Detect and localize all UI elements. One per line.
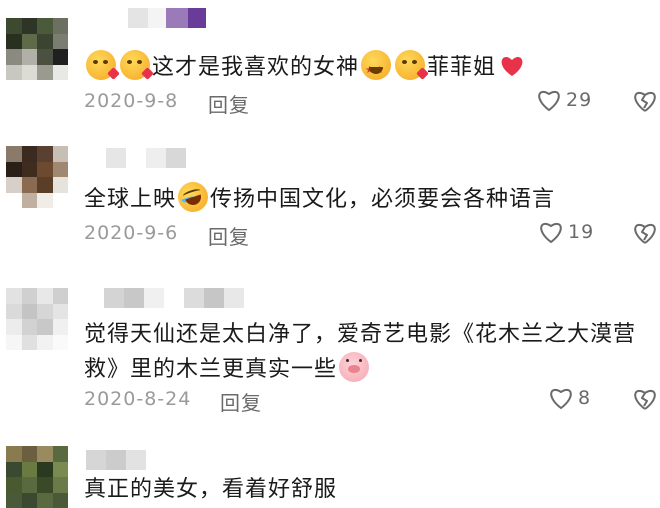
dislike-button[interactable] bbox=[632, 386, 658, 417]
comment-feed: { "comments": [ { "text_parts": ["这才是我喜欢… bbox=[0, 0, 660, 508]
kissing-face-emoji bbox=[395, 50, 426, 80]
broken-heart-icon bbox=[634, 390, 656, 410]
username-blurred[interactable] bbox=[104, 288, 244, 308]
avatar[interactable] bbox=[6, 18, 68, 80]
comment-text: 这才是我喜欢的女神 菲菲姐 bbox=[84, 50, 646, 87]
like-count: 29 bbox=[566, 89, 593, 111]
username-blurred[interactable] bbox=[86, 450, 146, 470]
comment-date: 2020-8-24 bbox=[84, 388, 192, 410]
username-blurred[interactable] bbox=[106, 148, 186, 168]
rolling-laughing-emoji bbox=[174, 178, 212, 216]
comment-date: 2020-9-8 bbox=[84, 90, 179, 112]
pig-face-emoji bbox=[339, 352, 370, 382]
kissing-face-emoji bbox=[86, 50, 116, 80]
comment-text: 全球上映 传扬中国文化，必须要会各种语言 bbox=[84, 178, 646, 216]
comment-text: 觉得天仙还是太白净了，爱奇艺电影《花木兰之大漠营救》里的木兰更真实一些 bbox=[84, 318, 646, 387]
comment-text-part: 这才是我喜欢的女神 bbox=[152, 55, 360, 80]
like-button[interactable]: 19 bbox=[538, 220, 594, 244]
avatar[interactable] bbox=[6, 288, 68, 350]
comment-text-part: 传扬中国文化，必须要会各种语言 bbox=[210, 187, 556, 212]
like-button[interactable]: 29 bbox=[536, 88, 592, 112]
avatar[interactable] bbox=[6, 146, 68, 208]
comment-text-part: 菲菲姐 bbox=[427, 55, 497, 80]
like-count: 8 bbox=[578, 387, 592, 409]
comment-meta: 2020-9-8 回复 29 bbox=[84, 88, 660, 118]
broken-heart-icon bbox=[634, 92, 656, 112]
like-button[interactable]: 8 bbox=[548, 386, 591, 410]
username-blurred[interactable] bbox=[128, 8, 206, 28]
kissing-face-emoji bbox=[120, 50, 150, 80]
heart-outline-icon bbox=[540, 223, 562, 244]
comment-meta: 2020-8-24 回复 8 bbox=[84, 386, 660, 416]
heart-outline-icon bbox=[550, 389, 572, 410]
heart-outline-icon bbox=[538, 91, 560, 112]
like-count: 19 bbox=[568, 221, 595, 243]
comment-text-part: 全球上映 bbox=[84, 187, 177, 212]
comment-text: 真正的美女，看着好舒服 bbox=[84, 474, 646, 506]
dislike-button[interactable] bbox=[632, 220, 658, 251]
avatar[interactable] bbox=[6, 446, 68, 508]
star-struck-emoji bbox=[361, 50, 392, 87]
comment-date: 2020-9-6 bbox=[84, 222, 179, 244]
red-heart-emoji bbox=[501, 57, 523, 76]
dislike-button[interactable] bbox=[632, 88, 658, 119]
comment-meta: 2020-9-6 回复 19 bbox=[84, 220, 660, 250]
comment-text-part: 真正的美女，看着好舒服 bbox=[84, 477, 338, 502]
reply-button[interactable]: 回复 bbox=[220, 387, 262, 416]
broken-heart-icon bbox=[634, 224, 656, 244]
reply-button[interactable]: 回复 bbox=[208, 221, 250, 250]
reply-button[interactable]: 回复 bbox=[208, 89, 250, 118]
